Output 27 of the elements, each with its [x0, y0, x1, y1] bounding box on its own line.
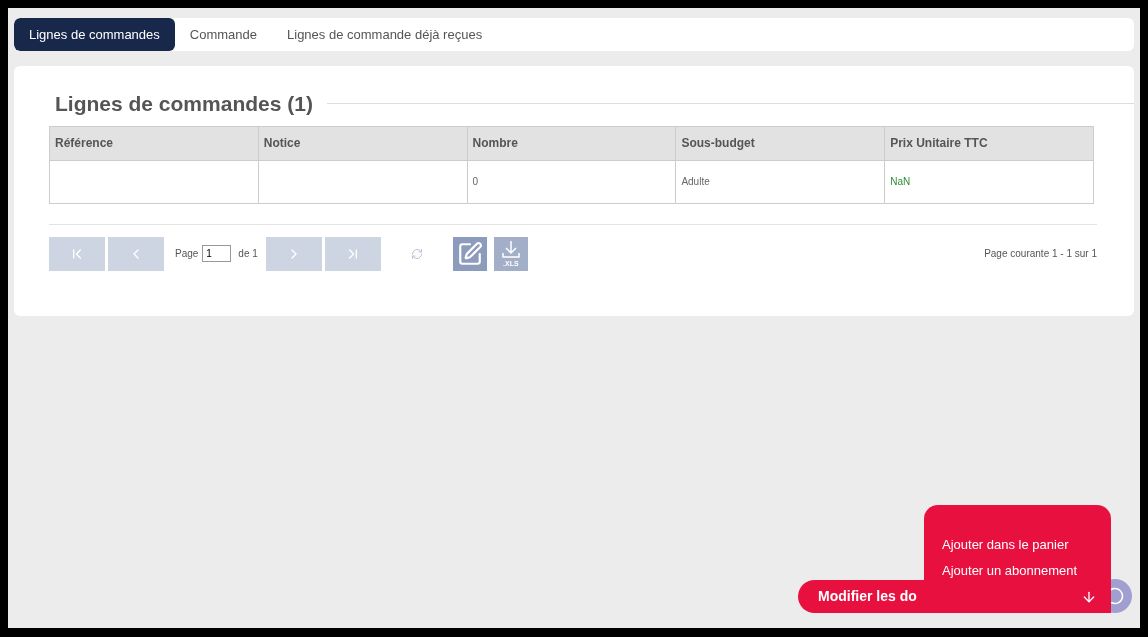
column-header: Référence: [49, 126, 259, 160]
tab[interactable]: Lignes de commande déjà reçues: [272, 18, 498, 51]
column-header: Nombre: [467, 126, 676, 160]
panel-title: Lignes de commandes (1): [55, 91, 313, 117]
refresh-icon[interactable]: [410, 247, 423, 260]
page-label: Page: [175, 247, 199, 261]
column-header: Notice: [258, 126, 468, 160]
edit-icon: [456, 240, 483, 267]
table-cell: NaN: [884, 160, 1094, 203]
last-page-button[interactable]: [324, 236, 381, 271]
page-input[interactable]: 1: [202, 245, 232, 262]
next-page-button[interactable]: [265, 236, 322, 271]
table-cell: 0: [467, 160, 676, 203]
tab[interactable]: Commande: [174, 18, 272, 51]
first-page-button[interactable]: [49, 236, 105, 271]
page-count: de 1: [238, 247, 258, 261]
previous-page-button[interactable]: [108, 236, 164, 271]
modify-button[interactable]: Modifier les do: [798, 580, 1111, 613]
menu-item[interactable]: Ajouter dans le panier: [942, 538, 1111, 552]
menu-item[interactable]: Ajouter un abonnement: [942, 564, 1111, 578]
column-header: Prix Unitaire TTC: [884, 126, 1094, 160]
table-cell: Adulte: [675, 160, 885, 203]
page-summary: Page courante 1 - 1 sur 1: [984, 247, 1097, 261]
column-header: Sous-budget: [675, 126, 885, 160]
edit-button[interactable]: [452, 236, 487, 271]
tab[interactable]: Lignes de commandes: [14, 18, 175, 51]
download-icon: [499, 240, 522, 260]
